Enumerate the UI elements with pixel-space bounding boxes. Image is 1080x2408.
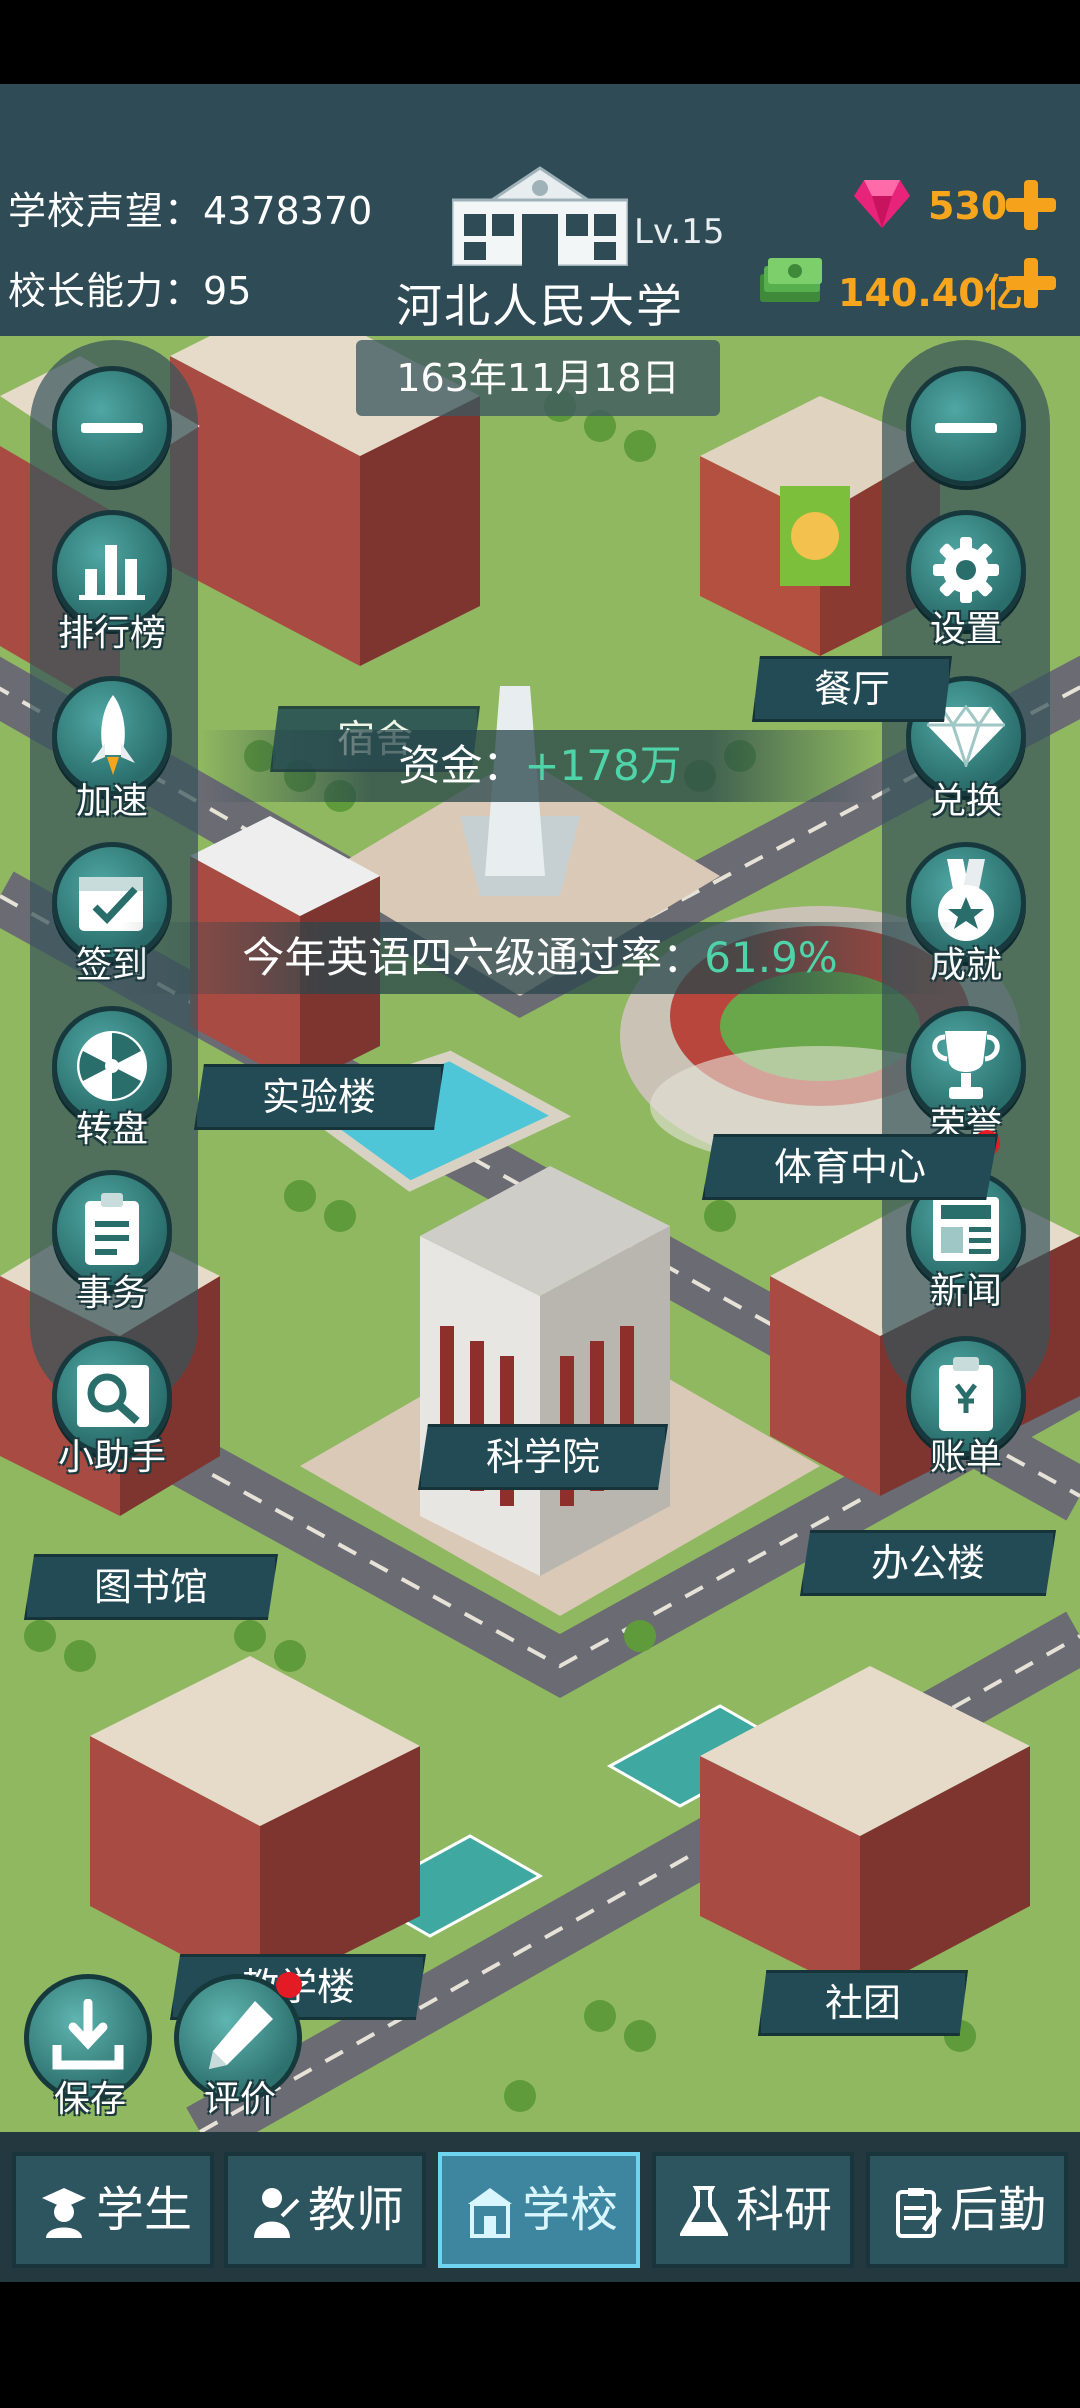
add-money-button[interactable] [1004, 256, 1058, 310]
tab-logistics-label: 后勤 [950, 2182, 1047, 2238]
rate-label: 评价 [203, 2079, 276, 2120]
pencil-icon [209, 2001, 273, 2069]
newspaper-icon [933, 1197, 999, 1261]
magnifier-map-icon [77, 1365, 149, 1427]
gear-icon [933, 537, 999, 603]
tab-research[interactable]: 科研 [652, 2152, 854, 2268]
spin-wheel-icon [77, 1031, 147, 1101]
money-count: 140.40亿 [838, 271, 1023, 315]
assistant-label: 小助手 [57, 1437, 166, 1478]
building-label-science[interactable]: 科学院 [418, 1424, 668, 1490]
building-label-library[interactable]: 图书馆 [24, 1554, 278, 1620]
tab-school-label: 学校 [522, 2182, 619, 2238]
money-icon [760, 258, 822, 302]
ability-label: 校长能力： [8, 269, 204, 313]
tab-school[interactable]: 学校 [438, 2152, 640, 2268]
wheel-label: 转盘 [75, 1109, 148, 1150]
building-label-sports-center[interactable]: 体育中心 [702, 1134, 998, 1200]
student-icon [42, 2188, 86, 2238]
funds-label: 资金： [398, 741, 525, 790]
tab-research-label: 科研 [736, 2182, 833, 2238]
school-icon [468, 2188, 512, 2238]
bottom-tab-bar: 学生 教师 学校 科研 后勤 [0, 2132, 1080, 2282]
reputation-value: 4378370 [203, 189, 373, 233]
status-bar [0, 0, 1080, 84]
reputation-stat: 学校声望：4378370 [8, 180, 372, 235]
speedup-label: 加速 [75, 781, 148, 822]
collapse-right-button[interactable] [906, 366, 1026, 486]
ability-stat: 校长能力：95 [8, 260, 251, 315]
minus-icon [935, 423, 997, 433]
gem-count: 530 [928, 184, 1008, 228]
trophy-icon [932, 1031, 1000, 1099]
bill-icon [939, 1357, 993, 1431]
rocket-icon [91, 695, 135, 775]
news-label: 新闻 [929, 1271, 1002, 1312]
funds-value: +178万 [524, 741, 682, 790]
gem-icon [854, 180, 910, 228]
collapse-left-button[interactable] [52, 366, 172, 486]
save-label: 保存 [53, 2079, 126, 2120]
system-nav-bar [0, 2282, 1080, 2408]
ranking-label: 排行榜 [57, 613, 166, 654]
minus-icon [81, 423, 143, 433]
pass-rate-label: 今年英语四六级通过率： [242, 933, 705, 982]
building-label-lab[interactable]: 实验楼 [194, 1064, 444, 1130]
building-label-office[interactable]: 办公楼 [800, 1530, 1056, 1596]
tab-teachers[interactable]: 教师 [224, 2152, 426, 2268]
tab-students-label: 学生 [96, 2182, 193, 2238]
pass-rate-value: 61.9% [704, 933, 838, 982]
flask-icon [680, 2186, 728, 2236]
funds-info: 资金：+178万 [200, 730, 880, 802]
download-icon [52, 1999, 124, 2070]
building-label-club[interactable]: 社团 [758, 1970, 968, 2036]
tab-teachers-label: 教师 [308, 2182, 405, 2238]
bar-chart-icon [79, 545, 145, 600]
school-building-icon [452, 166, 628, 266]
game-date: 163年11月18日 [356, 340, 720, 416]
clipboard-icon [85, 1193, 139, 1265]
tab-logistics[interactable]: 后勤 [866, 2152, 1068, 2268]
school-level: Lv.15 [634, 212, 725, 252]
pass-rate-info: 今年英语四六级通过率：61.9% [120, 922, 960, 994]
teacher-icon [254, 2188, 300, 2238]
building-label-canteen[interactable]: 餐厅 [752, 656, 952, 722]
affairs-label: 事务 [75, 1273, 148, 1314]
logistics-clipboard-icon [896, 2188, 942, 2238]
settings-label: 设置 [929, 609, 1002, 650]
bill-label: 账单 [929, 1437, 1002, 1478]
ability-value: 95 [203, 269, 252, 313]
reputation-label: 学校声望： [8, 189, 204, 233]
rate-notification-dot [276, 1972, 302, 1998]
tab-students[interactable]: 学生 [12, 2152, 214, 2268]
add-gems-button[interactable] [1004, 178, 1058, 232]
school-name: 河北人民大学 [396, 279, 684, 333]
exchange-label: 兑换 [929, 781, 1002, 822]
